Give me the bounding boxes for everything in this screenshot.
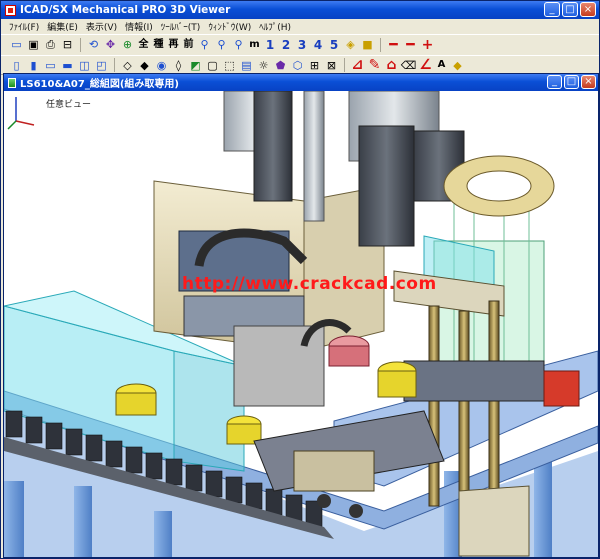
menu-toolbar[interactable]: ﾂｰﾙﾊﾞｰ(T) xyxy=(157,20,205,33)
gear-part xyxy=(328,335,370,367)
menu-file[interactable]: ﾌｧｲﾙ(F) xyxy=(5,20,43,33)
view-2-button[interactable]: 2 xyxy=(279,37,293,52)
iso-view-icon[interactable]: ◫ xyxy=(77,58,92,73)
title-bar[interactable]: ICAD/SX Mechanical PRO 3D Viewer _ □ × xyxy=(1,1,599,19)
zoom-area-icon[interactable]: ⚲ xyxy=(231,37,246,52)
menu-view[interactable]: 表示(V) xyxy=(82,20,121,33)
axis-triad-icon xyxy=(7,97,35,130)
regenerate-button[interactable]: 再 xyxy=(167,37,180,52)
clear-markup-icon[interactable]: ⌫ xyxy=(401,58,417,73)
document-window: LS610&A07_総組図(組み取専用) _ □ × 任意ビュー http://… xyxy=(3,73,599,558)
previous-view-button[interactable]: 前 xyxy=(182,37,195,52)
maximize-button[interactable]: □ xyxy=(562,2,578,17)
toolbar-view: ▯ ▮ ▭ ▬ ◫ ◰ ◇ ◆ ◉ ◊ ◩ ▢ ⬚ ▤ ☼ ⬟ ⬡ ⊞ ⊠ ⊿ … xyxy=(1,55,599,75)
pan-icon[interactable]: ✥ xyxy=(103,37,118,52)
measure-button[interactable]: m xyxy=(248,37,261,52)
box-icon[interactable]: ▢ xyxy=(205,58,220,73)
close-button[interactable]: × xyxy=(580,2,596,17)
shaded-icon[interactable]: ◉ xyxy=(154,58,169,73)
watermark-text: http://www.crackcad.com xyxy=(182,274,437,294)
document-title: LS610&A07_総組図(組み取専用) xyxy=(20,79,179,90)
highlight-icon[interactable]: ◈ xyxy=(343,37,358,52)
menu-edit[interactable]: 編集(E) xyxy=(43,20,82,33)
view-3-button[interactable]: 3 xyxy=(295,37,309,52)
top-view-icon[interactable]: ▭ xyxy=(43,58,58,73)
view-1-button[interactable]: 1 xyxy=(263,37,277,52)
document-icon xyxy=(8,77,16,88)
text-annotation-button[interactable]: A xyxy=(435,58,448,73)
document-maximize-button[interactable]: □ xyxy=(564,75,579,89)
document-close-button[interactable]: × xyxy=(581,75,596,89)
app-window: ICAD/SX Mechanical PRO 3D Viewer _ □ × ﾌ… xyxy=(0,0,600,559)
angle-icon[interactable]: ∠ xyxy=(418,58,433,73)
rotate-icon[interactable]: ⟲ xyxy=(86,37,101,52)
3d-viewport[interactable]: 任意ビュー http://www.crackcad.com xyxy=(4,91,598,557)
zoom-window-icon[interactable]: ⊕ xyxy=(120,37,135,52)
section-icon[interactable]: ◩ xyxy=(188,58,203,73)
window-controls: _ □ × xyxy=(544,2,596,17)
toolbar-separator xyxy=(114,58,115,72)
zoom-in-icon[interactable]: ⚲ xyxy=(197,37,212,52)
color-icon[interactable]: ■ xyxy=(360,37,375,52)
view-5-button[interactable]: 5 xyxy=(327,37,341,52)
minus-tool-icon[interactable]: ━ xyxy=(403,37,418,52)
fit-button[interactable]: 種 xyxy=(152,37,165,52)
plus-tool-icon[interactable]: + xyxy=(420,37,435,52)
open-file-icon[interactable]: ▭ xyxy=(9,37,24,52)
app-icon xyxy=(5,4,16,16)
document-minimize-button[interactable]: _ xyxy=(547,75,562,89)
note-icon[interactable]: ✎ xyxy=(367,58,382,73)
minimize-button[interactable]: _ xyxy=(544,2,560,17)
hidden-line-icon[interactable]: ◆ xyxy=(137,58,152,73)
side-view-icon[interactable]: ▮ xyxy=(26,58,41,73)
dimension-icon[interactable]: ⊿ xyxy=(350,58,365,73)
document-title-bar[interactable]: LS610&A07_総組図(組み取専用) _ □ × xyxy=(4,74,598,91)
group-icon[interactable]: ⊞ xyxy=(307,58,322,73)
document-window-controls: _ □ × xyxy=(547,75,596,89)
layer-icon[interactable]: ▤ xyxy=(239,58,254,73)
eraser-icon[interactable]: ◆ xyxy=(450,58,465,73)
show-all-button[interactable]: 全 xyxy=(137,37,150,52)
cad-model-render xyxy=(4,91,598,557)
wireframe-icon[interactable]: ◇ xyxy=(120,58,135,73)
explode-icon[interactable]: ⬡ xyxy=(290,58,305,73)
menu-info[interactable]: 情報(I) xyxy=(121,20,157,33)
print-icon[interactable]: ⎙ xyxy=(43,37,58,52)
menu-window[interactable]: ｳｨﾝﾄﾞｳ(W) xyxy=(204,20,255,33)
attribute-icon[interactable]: ⊠ xyxy=(324,58,339,73)
light-icon[interactable]: ☼ xyxy=(256,58,271,73)
menu-help[interactable]: ﾍﾙﾌﾟ(H) xyxy=(255,20,295,33)
bottom-view-icon[interactable]: ▬ xyxy=(60,58,75,73)
menu-bar: ﾌｧｲﾙ(F) 編集(E) 表示(V) 情報(I) ﾂｰﾙﾊﾞｰ(T) ｳｨﾝﾄ… xyxy=(1,19,599,34)
view-4-button[interactable]: 4 xyxy=(311,37,325,52)
front-view-icon[interactable]: ▯ xyxy=(9,58,24,73)
material-icon[interactable]: ⬟ xyxy=(273,58,288,73)
zoom-out-icon[interactable]: ⚲ xyxy=(214,37,229,52)
toolbar-separator xyxy=(380,37,381,52)
dash-tool-icon[interactable]: ━ xyxy=(386,37,401,52)
save-icon[interactable]: ▣ xyxy=(26,37,41,52)
app-title: ICAD/SX Mechanical PRO 3D Viewer xyxy=(20,4,231,16)
print-preview-icon[interactable]: ⊟ xyxy=(60,37,75,52)
edge-icon[interactable]: ◊ xyxy=(171,58,186,73)
view-name-label: 任意ビュー xyxy=(46,100,92,110)
perspective-icon[interactable]: ⬚ xyxy=(222,58,237,73)
back-view-icon[interactable]: ◰ xyxy=(94,58,109,73)
toolbar-main: ▭ ▣ ⎙ ⊟ ⟲ ✥ ⊕ 全 種 再 前 ⚲ ⚲ ⚲ m 1 2 3 4 5 … xyxy=(1,34,599,54)
toolbar-separator xyxy=(80,37,81,52)
toolbar-separator xyxy=(344,58,345,72)
markup-icon[interactable]: ⌂ xyxy=(384,58,399,73)
